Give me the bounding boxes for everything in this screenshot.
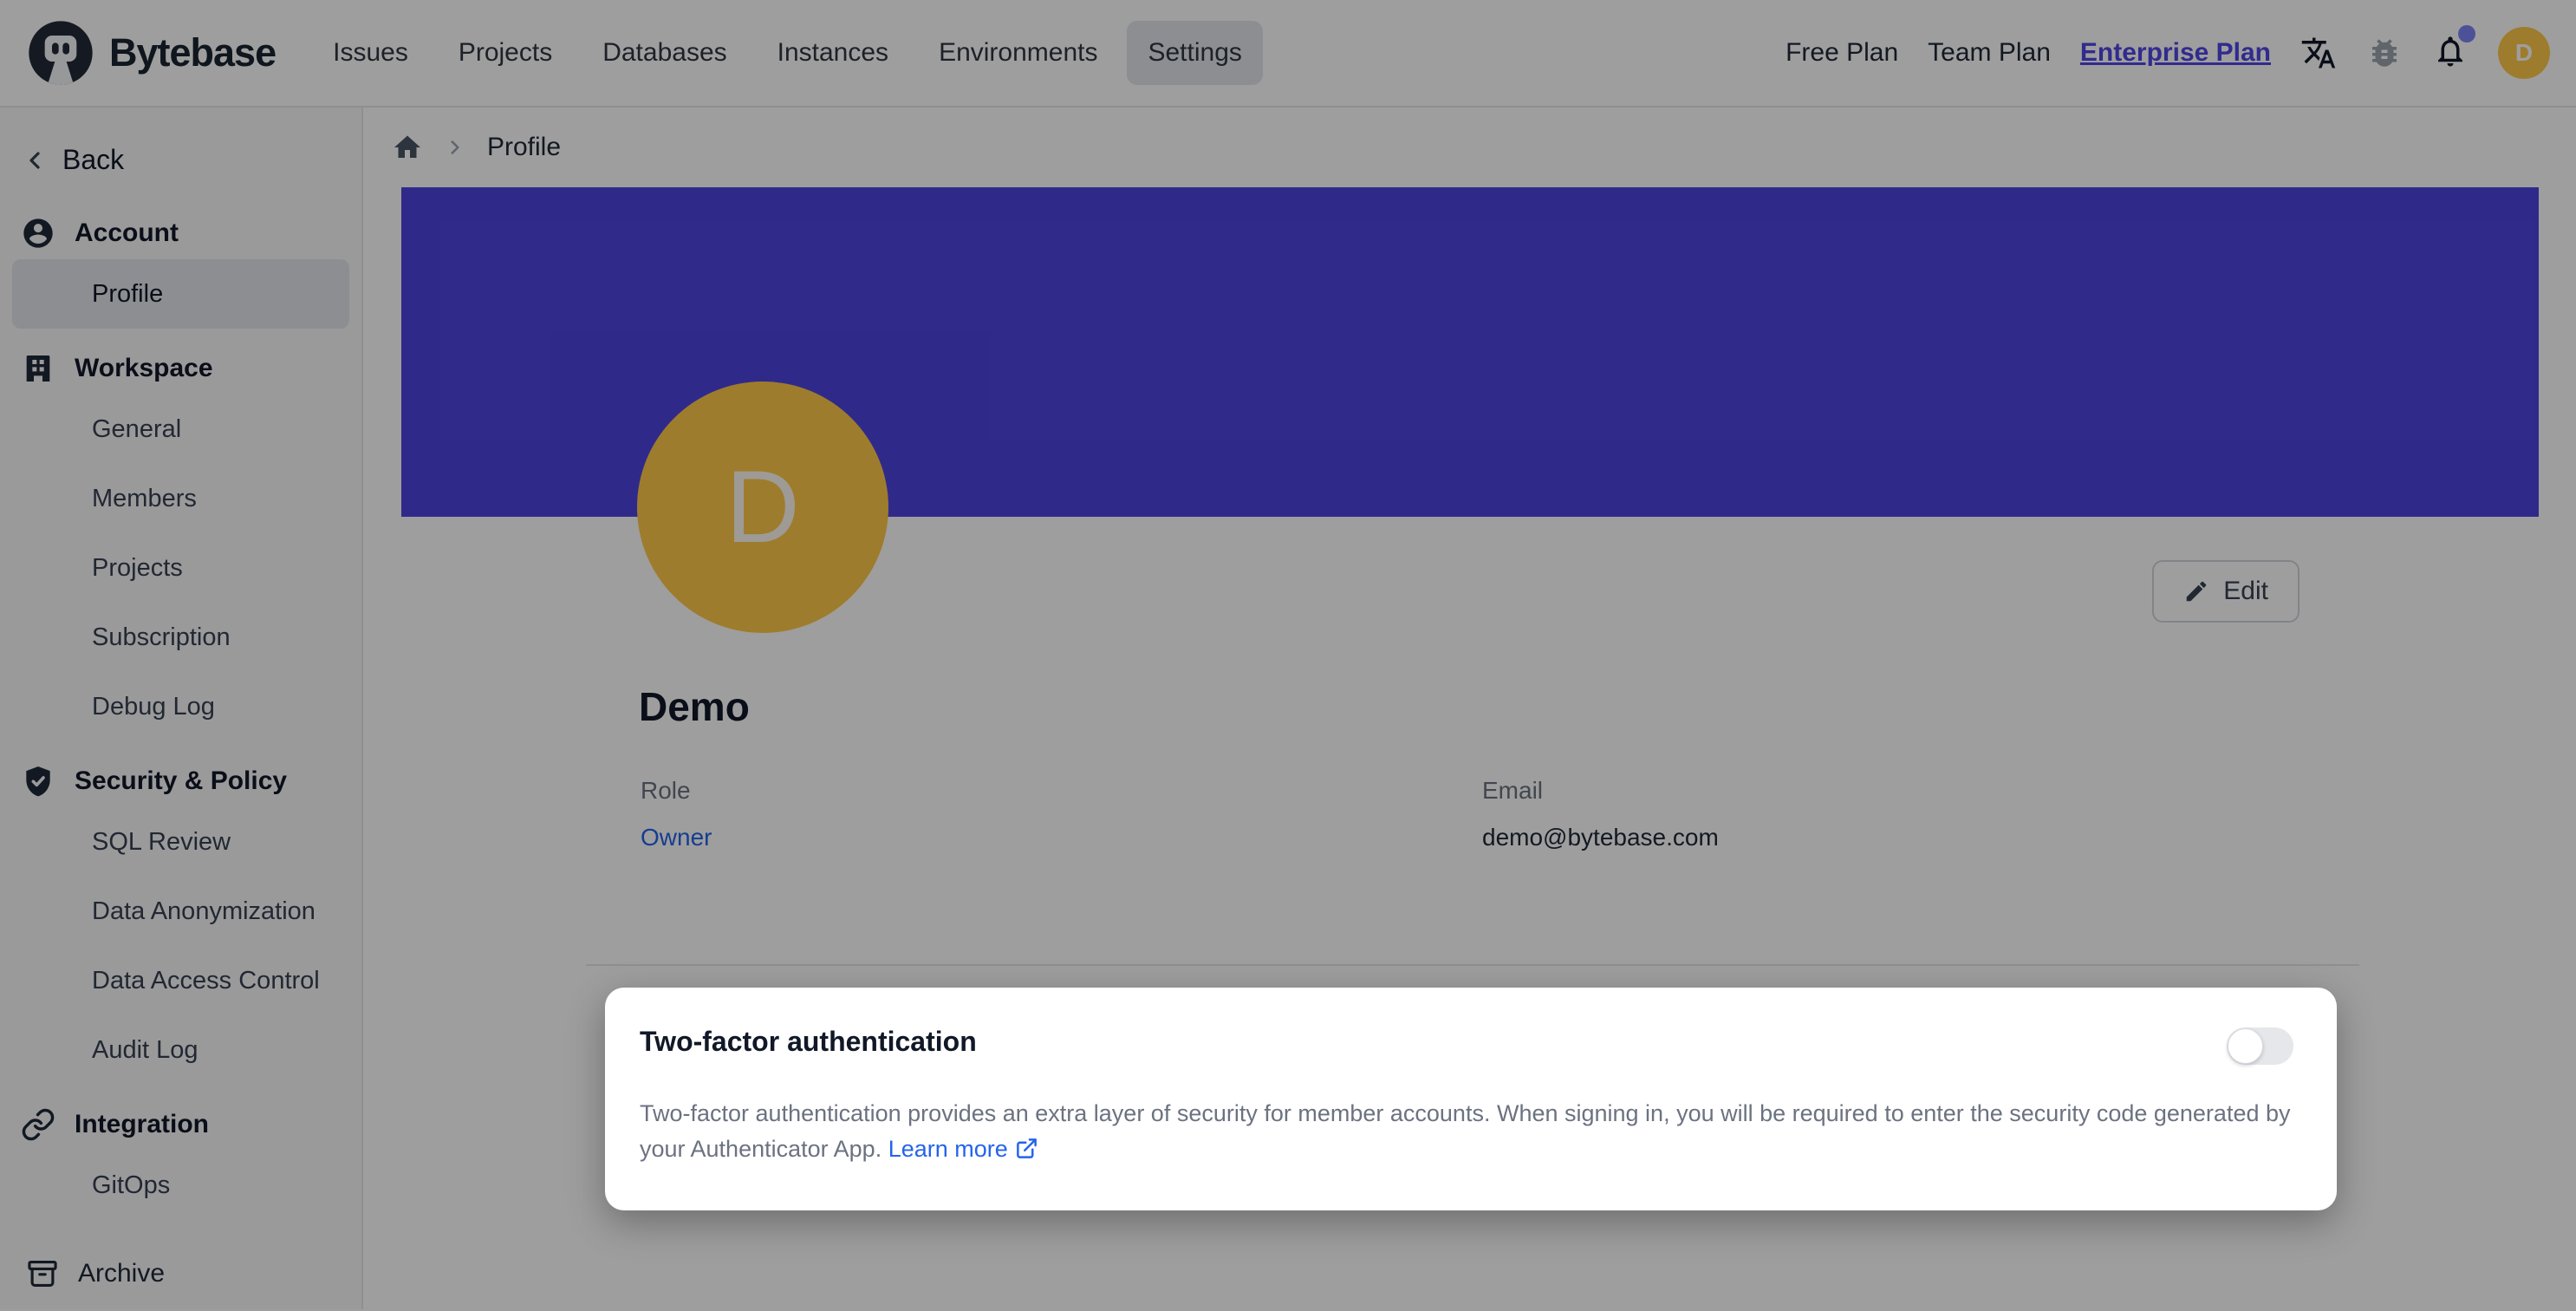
learn-more-link[interactable]: Learn more [888,1136,1038,1162]
two-factor-title: Two-factor authentication [640,1026,977,1058]
learn-more-label: Learn more [888,1136,1008,1162]
two-factor-toggle[interactable] [2227,1027,2293,1065]
toggle-knob [2228,1028,2263,1064]
two-factor-card: Two-factor authentication Two-factor aut… [605,988,2337,1210]
two-factor-description: Two-factor authentication provides an ex… [640,1096,2293,1167]
external-link-icon [1015,1137,1038,1160]
two-factor-description-text: Two-factor authentication provides an ex… [640,1100,2291,1162]
